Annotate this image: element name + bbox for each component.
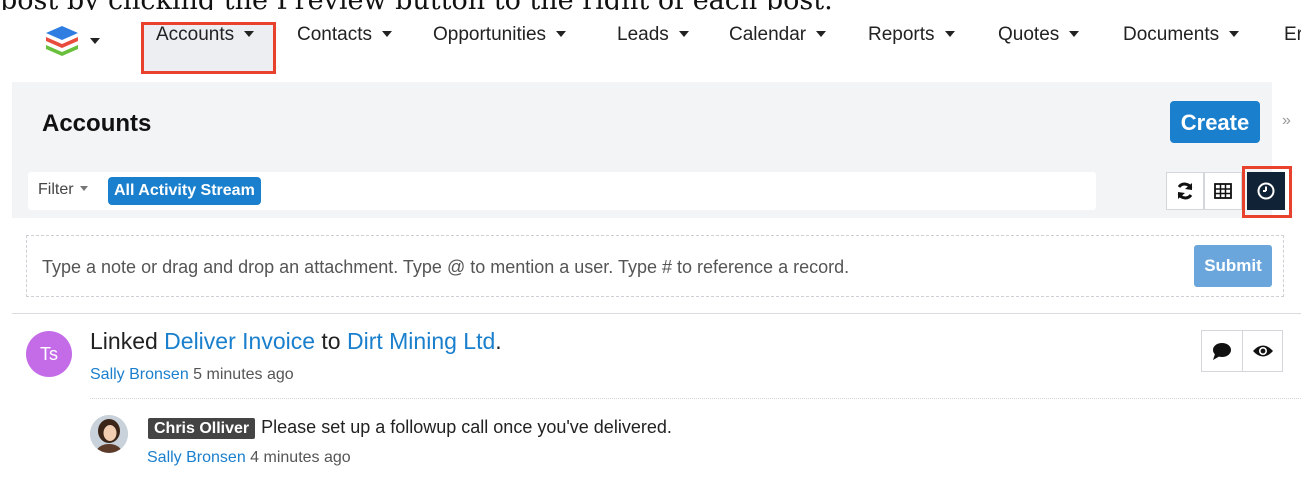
comment-meta: Sally Bronsen 4 minutes ago bbox=[147, 449, 351, 467]
page-title: Accounts bbox=[42, 110, 152, 137]
comment-divider bbox=[90, 398, 1301, 400]
list-header bbox=[12, 82, 1272, 168]
chevron-down-icon bbox=[244, 31, 255, 37]
chevron-down-icon bbox=[556, 31, 567, 37]
comment-author-link[interactable]: Sally Bronsen bbox=[147, 449, 246, 466]
chevron-down-icon bbox=[1069, 31, 1080, 37]
refresh-icon bbox=[1177, 182, 1193, 200]
chevron-down-icon bbox=[1229, 31, 1240, 37]
nav-item-quotes[interactable]: Quotes bbox=[998, 22, 1080, 48]
activity-stream-highlight bbox=[1242, 166, 1292, 218]
submit-button[interactable]: Submit bbox=[1194, 245, 1272, 287]
nav-item-reports[interactable]: Reports bbox=[868, 22, 955, 48]
app-logo-icon[interactable] bbox=[44, 24, 80, 56]
chevron-down-icon bbox=[944, 31, 955, 37]
eye-icon bbox=[1253, 345, 1273, 357]
preview-button[interactable] bbox=[1243, 331, 1283, 371]
mention-tag[interactable]: Chris Olliver bbox=[148, 418, 256, 439]
filter-dropdown[interactable]: Filter bbox=[38, 181, 88, 199]
section-divider bbox=[12, 313, 1301, 314]
list-view-icon bbox=[1214, 183, 1232, 199]
refresh-button[interactable] bbox=[1166, 172, 1204, 210]
chevron-down-icon bbox=[79, 186, 88, 191]
nav-item-contacts[interactable]: Contacts bbox=[297, 22, 392, 48]
comment-icon bbox=[1213, 343, 1231, 360]
post-meta: Sally Bronsen 5 minutes ago bbox=[90, 366, 294, 384]
nav-item-documents[interactable]: Documents bbox=[1123, 22, 1240, 48]
note-placeholder: Type a note or drag and drop an attachme… bbox=[42, 257, 850, 277]
chevron-down-icon bbox=[678, 31, 689, 37]
post-actions bbox=[1201, 330, 1283, 372]
chevron-down-icon bbox=[816, 31, 827, 37]
target-record-link[interactable]: Dirt Mining Ltd bbox=[347, 328, 495, 354]
list-view-button[interactable] bbox=[1204, 172, 1242, 210]
intro-text: post by clicking the Preview button to t… bbox=[0, 0, 1301, 10]
comment-button[interactable] bbox=[1202, 331, 1242, 371]
avatar[interactable]: Ts bbox=[26, 331, 72, 377]
post-author-link[interactable]: Sally Bronsen bbox=[90, 366, 189, 383]
activity-post-text: Linked Deliver Invoice to Dirt Mining Lt… bbox=[90, 328, 502, 354]
comment-text-line: Chris Olliver Please set up a followup ca… bbox=[148, 417, 672, 439]
nav-item-overflow[interactable]: Er bbox=[1284, 22, 1301, 48]
nav-item-opportunities[interactable]: Opportunities bbox=[433, 22, 567, 48]
nav-item-calendar[interactable]: Calendar bbox=[729, 22, 827, 48]
double-chevron-right-icon[interactable]: » bbox=[1282, 112, 1291, 130]
comment-time: 4 minutes ago bbox=[250, 449, 351, 466]
record-link[interactable]: Deliver Invoice bbox=[164, 328, 315, 354]
active-filter-pill[interactable]: All Activity Stream bbox=[108, 177, 261, 205]
logo-menu-caret-icon[interactable] bbox=[90, 38, 100, 44]
chevron-down-icon bbox=[381, 31, 392, 37]
nav-item-leads[interactable]: Leads bbox=[617, 22, 689, 48]
avatar[interactable] bbox=[90, 415, 128, 453]
nav-item-accounts[interactable]: Accounts bbox=[156, 22, 255, 48]
create-button[interactable]: Create bbox=[1170, 101, 1260, 143]
user-photo-icon bbox=[90, 415, 128, 453]
comment-body: Please set up a followup call once you'v… bbox=[261, 417, 672, 437]
post-time: 5 minutes ago bbox=[193, 366, 294, 383]
